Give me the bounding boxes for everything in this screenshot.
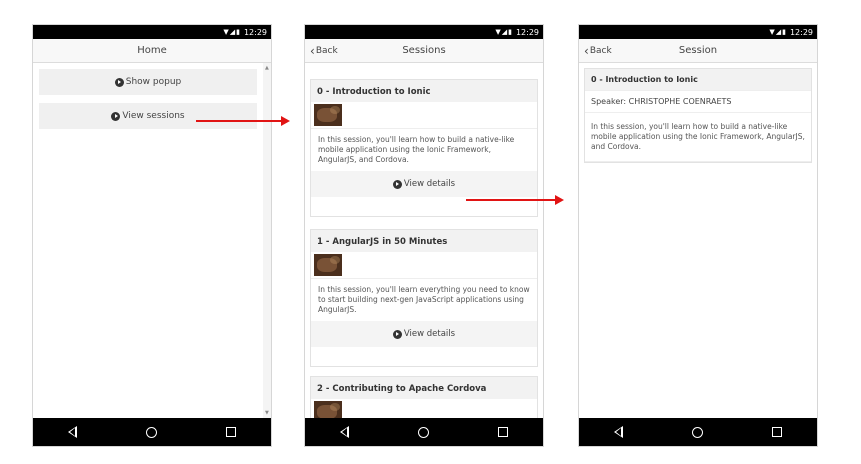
android-nav-bar (579, 418, 817, 446)
session-description: In this session, you'll learn how to bui… (311, 128, 537, 169)
status-time: 12:29 (515, 27, 539, 37)
view-details-button[interactable]: View details (311, 171, 537, 197)
session-detail-card: 0 - Introduction to Ionic Speaker: CHRIS… (584, 68, 812, 163)
view-sessions-label: View sessions (122, 111, 185, 121)
android-recent-icon[interactable] (772, 427, 783, 437)
android-back-icon[interactable] (67, 426, 77, 438)
session-title: 1 - AngularJS in 50 Minutes (311, 230, 537, 252)
page-title: Home (137, 45, 167, 56)
phone-session-detail: ▼◢▮ 12:29 ‹ Back Session 0 - Introductio… (578, 24, 818, 447)
page-title: Sessions (402, 45, 446, 56)
android-recent-icon[interactable] (498, 427, 509, 437)
session-thumbnail (314, 254, 342, 276)
session-card[interactable]: 0 - Introduction to Ionic In this sessio… (310, 79, 538, 217)
android-recent-icon[interactable] (226, 427, 237, 437)
chevron-left-icon: ‹ (584, 44, 589, 58)
session-header: ‹ Back Session (579, 39, 817, 63)
phone-home: ▼◢▮ 12:29 Home Show popup View sessions … (32, 24, 272, 447)
status-time: 12:29 (243, 27, 267, 37)
status-bar: ▼◢▮ 12:29 (33, 25, 271, 39)
android-home-icon[interactable] (691, 426, 703, 438)
play-circle-icon (392, 329, 402, 339)
back-label: Back (315, 46, 338, 56)
status-time: 12:29 (789, 27, 813, 37)
session-title: 0 - Introduction to Ionic (585, 69, 811, 91)
screenshot-canvas: ▼◢▮ 12:29 Home Show popup View sessions … (0, 0, 861, 464)
home-header: Home (33, 39, 271, 63)
scroll-down-icon[interactable]: ▼ (265, 410, 269, 416)
page-title: Session (678, 45, 718, 56)
play-circle-icon (111, 111, 121, 121)
android-home-icon[interactable] (417, 426, 429, 438)
session-detail-content: 0 - Introduction to Ionic Speaker: CHRIS… (579, 63, 817, 418)
android-back-icon[interactable] (613, 426, 623, 438)
view-sessions-button[interactable]: View sessions (39, 103, 257, 129)
session-card[interactable]: 2 - Contributing to Apache Cordova (310, 376, 538, 418)
home-content: Show popup View sessions ▲ ▼ (33, 63, 271, 418)
sessions-header: ‹ Back Sessions (305, 39, 543, 63)
chevron-left-icon: ‹ (310, 44, 315, 58)
show-popup-label: Show popup (125, 77, 182, 87)
session-card[interactable]: 1 - AngularJS in 50 Minutes In this sess… (310, 229, 538, 367)
session-description: In this session, you'll learn how to bui… (585, 113, 811, 162)
android-back-icon[interactable] (339, 426, 349, 438)
scroll-up-icon[interactable]: ▲ (265, 65, 269, 71)
session-title: 0 - Introduction to Ionic (311, 80, 537, 102)
back-label: Back (589, 46, 612, 56)
status-bar: ▼◢▮ 12:29 (305, 25, 543, 39)
wifi-signal-battery-icon: ▼◢▮ (223, 28, 241, 36)
scrollbar[interactable]: ▲ ▼ (263, 63, 271, 418)
arrowhead-icon (281, 116, 290, 126)
session-thumbnail (314, 401, 342, 418)
view-details-label: View details (403, 179, 456, 189)
view-details-label: View details (403, 329, 456, 339)
android-home-icon[interactable] (145, 426, 157, 438)
session-title: 2 - Contributing to Apache Cordova (311, 377, 537, 399)
back-button[interactable]: ‹ Back (584, 39, 612, 63)
view-details-button[interactable]: View details (311, 321, 537, 347)
back-button[interactable]: ‹ Back (310, 39, 338, 63)
phone-sessions: ▼◢▮ 12:29 ‹ Back Sessions 0 - Introducti… (304, 24, 544, 447)
arrowhead-icon (555, 195, 564, 205)
android-nav-bar (305, 418, 543, 446)
flow-arrow (466, 195, 564, 205)
sessions-list: 0 - Introduction to Ionic In this sessio… (305, 63, 543, 418)
session-description: In this session, you'll learn everything… (311, 278, 537, 319)
play-circle-icon (392, 179, 402, 189)
play-circle-icon (114, 77, 124, 87)
wifi-signal-battery-icon: ▼◢▮ (769, 28, 787, 36)
session-thumbnail (314, 104, 342, 126)
session-speaker: Speaker: CHRISTOPHE COENRAETS (585, 91, 811, 113)
flow-arrow (196, 116, 290, 126)
status-bar: ▼◢▮ 12:29 (579, 25, 817, 39)
android-nav-bar (33, 418, 271, 446)
show-popup-button[interactable]: Show popup (39, 69, 257, 95)
wifi-signal-battery-icon: ▼◢▮ (495, 28, 513, 36)
